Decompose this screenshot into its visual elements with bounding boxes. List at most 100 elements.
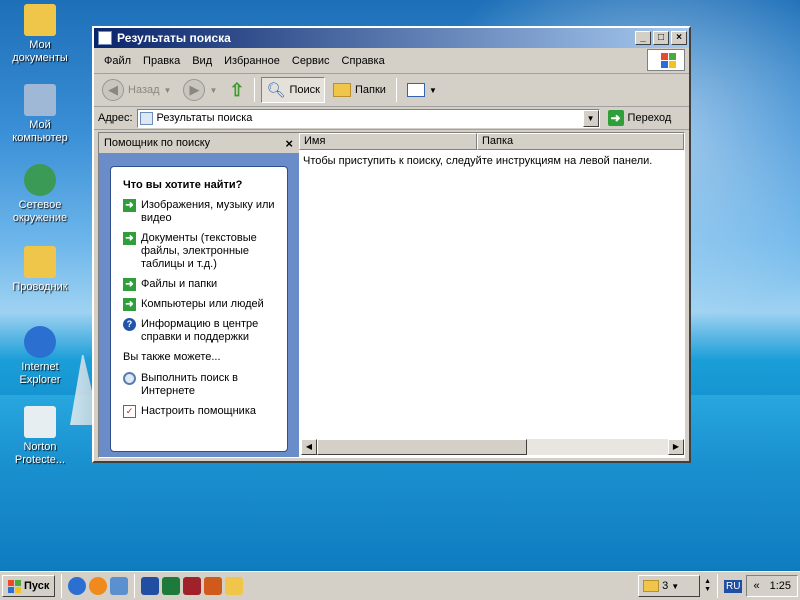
go-label: Переход: [627, 112, 672, 124]
option-documents[interactable]: ➜ Документы (текстовые файлы, электронны…: [123, 232, 281, 271]
start-button[interactable]: Пуск: [2, 575, 56, 597]
scroll-thumb[interactable]: [317, 439, 527, 455]
desktop-icon-label: Norton: [23, 441, 57, 453]
close-button[interactable]: ×: [671, 31, 687, 45]
menu-favorites[interactable]: Избранное: [218, 55, 286, 67]
menu-file[interactable]: Файл: [98, 55, 137, 67]
address-label: Адрес:: [98, 112, 133, 124]
option-computers-people[interactable]: ➜ Компьютеры или людей: [123, 298, 281, 311]
option-label: Настроить помощника: [141, 405, 257, 417]
chevron-up-icon[interactable]: ▲: [704, 578, 711, 586]
folder-icon: [643, 580, 660, 592]
desktop-icon-norton[interactable]: Norton Protecte...: [4, 406, 76, 467]
taskbar-right: 3 ▼ ▲ ▼ RU « 1:25: [638, 574, 798, 598]
up-folder-button[interactable]: ⇧: [225, 77, 248, 103]
scroll-track[interactable]: [527, 439, 668, 455]
chevron-down-icon[interactable]: ▼: [704, 586, 711, 594]
forward-arrow-icon: ▶: [183, 79, 206, 101]
desktop-icon-explorer[interactable]: Проводник: [4, 246, 76, 294]
results-message: Чтобы приступить к поиску, следуйте инст…: [303, 155, 653, 167]
group-count: 3: [662, 580, 669, 592]
window-titlebar[interactable]: Результаты поиска _ □ ×: [94, 28, 689, 48]
explorer-icon: [24, 246, 56, 278]
magnifier-icon: [123, 372, 136, 385]
search-results-icon: [98, 31, 112, 45]
desktop-icon-label: компьютер: [12, 132, 68, 144]
recycle-bin-icon: [24, 406, 56, 438]
address-value: Результаты поиска: [156, 112, 253, 124]
desktop-icon-network[interactable]: Сетевое окружение: [4, 164, 76, 225]
views-button[interactable]: ▼: [403, 77, 441, 103]
desktop-icon-my-computer[interactable]: Мой компьютер: [4, 84, 76, 145]
notification-area: « 1:25: [746, 575, 798, 597]
menu-help[interactable]: Справка: [336, 55, 391, 67]
desktop-icon-label: Internet: [21, 361, 59, 373]
back-button[interactable]: ◀ Назад ▼: [98, 77, 175, 103]
taskbar-separator: [717, 574, 718, 598]
option-label: Информацию в центре справки и поддержки: [141, 318, 259, 343]
language-indicator[interactable]: RU: [724, 579, 743, 593]
search-panel-title: Помощник по поиску: [104, 137, 211, 149]
desktop-icon-label: документы: [12, 52, 68, 64]
powerpoint-icon[interactable]: [204, 577, 223, 595]
help-icon: ?: [123, 318, 136, 331]
column-folder[interactable]: Папка: [477, 133, 684, 150]
taskbar-separator: [61, 574, 63, 598]
desktop-icon-internet-explorer[interactable]: Internet Explorer: [4, 326, 76, 387]
chevron-down-icon: ▼: [428, 85, 437, 95]
option-label: Документы (текстовые файлы, электронные …: [141, 232, 257, 270]
search-results-icon: [139, 111, 153, 125]
access-icon[interactable]: [183, 577, 202, 595]
window-group-button[interactable]: 3 ▼: [638, 575, 701, 597]
search-options-card: Что вы хотите найти? ➜ Изображения, музы…: [110, 166, 288, 452]
scroll-right-button[interactable]: ▶: [668, 439, 684, 455]
maximize-button[interactable]: □: [653, 31, 669, 45]
option-label: Выполнить поиск в Интернете: [141, 372, 238, 397]
go-button[interactable]: ➜ Переход: [607, 110, 672, 126]
search-assistant-panel: Помощник по поиску × Что вы хотите найти…: [99, 133, 299, 457]
close-panel-button[interactable]: ×: [285, 136, 293, 151]
taskbar-separator: [134, 574, 136, 598]
green-arrow-icon: ➜: [123, 199, 136, 212]
chevron-down-icon: ▼: [671, 581, 680, 591]
collapse-tray-button[interactable]: «: [753, 580, 759, 592]
folder-up-icon: ⇧: [229, 79, 245, 100]
option-help-center[interactable]: ? Информацию в центре справки и поддержк…: [123, 318, 281, 344]
desktop-icon-label: Мой: [29, 119, 51, 131]
option-label: Изображения, музыку или видео: [141, 199, 275, 224]
group-scroll[interactable]: ▲ ▼: [704, 578, 711, 594]
menu-edit[interactable]: Правка: [137, 55, 186, 67]
column-name[interactable]: Имя: [299, 133, 477, 150]
menu-view[interactable]: Вид: [186, 55, 218, 67]
option-label: Компьютеры или людей: [141, 298, 264, 310]
option-files-folders[interactable]: ➜ Файлы и папки: [123, 278, 281, 291]
show-desktop-icon[interactable]: [110, 577, 129, 595]
computer-icon: [24, 84, 56, 116]
option-label: Файлы и папки: [141, 278, 218, 290]
go-arrow-icon: ➜: [607, 110, 624, 126]
green-arrow-icon: ➜: [123, 298, 136, 311]
start-label: Пуск: [24, 580, 50, 592]
word-icon[interactable]: [141, 577, 160, 595]
results-list: Имя Папка Чтобы приступить к поиску, сле…: [299, 133, 684, 457]
option-media[interactable]: ➜ Изображения, музыку или видео: [123, 199, 281, 225]
scroll-left-button[interactable]: ◀: [301, 439, 317, 455]
clock[interactable]: 1:25: [770, 580, 791, 592]
desktop-icon-my-documents[interactable]: Мои документы: [4, 4, 76, 65]
folders-button[interactable]: Папки: [329, 77, 390, 103]
standard-toolbar: ◀ Назад ▼ ▶ ▼ ⇧ 🔍︎ Поиск Папки ▼: [94, 74, 689, 107]
option-search-internet[interactable]: Выполнить поиск в Интернете: [123, 372, 281, 398]
minimize-button[interactable]: _: [635, 31, 651, 45]
forward-button[interactable]: ▶ ▼: [179, 77, 221, 103]
internet-explorer-icon[interactable]: [68, 577, 87, 595]
excel-icon[interactable]: [162, 577, 181, 595]
address-dropdown-button[interactable]: ▼: [582, 109, 599, 127]
address-field[interactable]: Результаты поиска ▼: [136, 108, 600, 128]
option-customize-assistant[interactable]: ✓ Настроить помощника: [123, 405, 281, 418]
search-button[interactable]: 🔍︎ Поиск: [261, 77, 325, 103]
menu-tools[interactable]: Сервис: [286, 55, 336, 67]
folder-icon[interactable]: [225, 577, 244, 595]
media-player-icon[interactable]: [89, 577, 108, 595]
horizontal-scrollbar[interactable]: ◀ ▶: [301, 439, 684, 455]
back-arrow-icon: ◀: [102, 79, 124, 101]
